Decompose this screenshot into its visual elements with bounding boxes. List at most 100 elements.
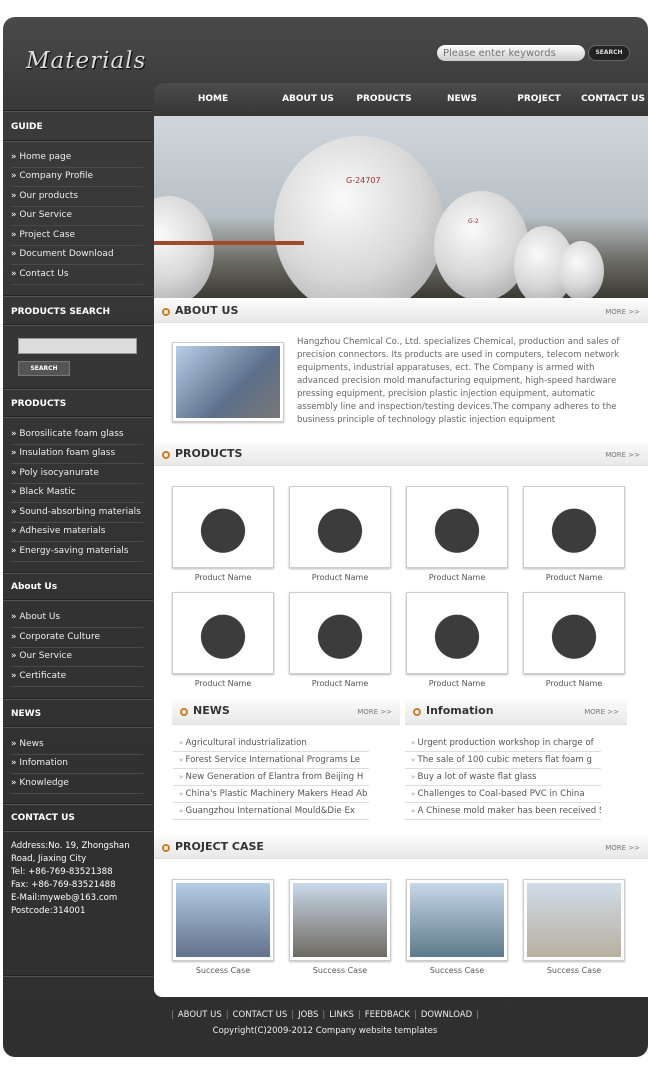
product-image[interactable] bbox=[523, 592, 625, 674]
product-name[interactable]: Product Name bbox=[523, 679, 625, 688]
sidebar-item-products[interactable]: Our products bbox=[11, 188, 143, 207]
project-name[interactable]: Success Case bbox=[289, 966, 391, 975]
about-more-link[interactable]: MORE >> bbox=[605, 308, 640, 316]
nav-about[interactable]: ABOUT US bbox=[272, 83, 344, 116]
info-list: Urgent production workshop in charge of … bbox=[405, 735, 601, 820]
info-item[interactable]: Buy a lot of waste flat glass bbox=[405, 769, 601, 786]
product-name[interactable]: Product Name bbox=[289, 573, 391, 582]
nav-contact[interactable]: CONTACT US bbox=[578, 83, 648, 116]
sidebar-item-profile[interactable]: Company Profile bbox=[11, 168, 143, 187]
sidebar-news-item[interactable]: Knowledge bbox=[11, 775, 143, 794]
footer-feedback[interactable]: FEEDBACK bbox=[365, 1010, 410, 1020]
sidebar-item-project[interactable]: Project Case bbox=[11, 227, 143, 246]
contact-email: E-Mail:myweb@163.com bbox=[11, 893, 118, 903]
info-item[interactable]: Urgent production workshop in charge of bbox=[405, 735, 601, 752]
sidebar-news-item[interactable]: Infomation bbox=[11, 755, 143, 774]
divider bbox=[3, 295, 153, 297]
news-title: NEWS bbox=[11, 709, 42, 719]
about-text: Hangzhou Chemical Co., Ltd. specializes … bbox=[297, 337, 620, 425]
project-image[interactable] bbox=[289, 879, 391, 961]
project-more-link[interactable]: MORE >> bbox=[605, 844, 640, 852]
tank-image bbox=[154, 196, 214, 298]
sidebar-item-contact[interactable]: Contact Us bbox=[11, 266, 143, 285]
news-item[interactable]: China's Plastic Machinery Makers Head Ab bbox=[173, 786, 369, 803]
footer-contact[interactable]: CONTACT US bbox=[233, 1010, 288, 1020]
news-more-link[interactable]: MORE >> bbox=[357, 708, 392, 716]
footer-download[interactable]: DOWNLOAD bbox=[421, 1010, 472, 1020]
sidebar-product[interactable]: Insulation foam glass bbox=[11, 445, 143, 464]
sidebar-item-download[interactable]: Document Download bbox=[11, 246, 143, 265]
project-image[interactable] bbox=[172, 879, 274, 961]
product-image[interactable] bbox=[406, 592, 508, 674]
news-item[interactable]: New Generation of Elantra from Beijing H bbox=[173, 769, 369, 786]
divider bbox=[3, 830, 153, 832]
product-image[interactable] bbox=[523, 486, 625, 568]
product-name[interactable]: Product Name bbox=[289, 679, 391, 688]
product-image[interactable] bbox=[172, 486, 274, 568]
sidebar-item-service[interactable]: Our Service bbox=[11, 207, 143, 226]
product-name[interactable]: Product Name bbox=[523, 573, 625, 582]
product-name[interactable]: Product Name bbox=[406, 573, 508, 582]
sidebar-about-item[interactable]: Corporate Culture bbox=[11, 629, 143, 648]
footer-links-link[interactable]: LINKS bbox=[329, 1010, 354, 1020]
product-image[interactable] bbox=[289, 592, 391, 674]
products-more-link[interactable]: MORE >> bbox=[605, 451, 640, 459]
footer: | ABOUT US | CONTACT US | JOBS | LINKS | FEEDBACK… bbox=[0, 1010, 650, 1036]
logo[interactable]: Materials bbox=[26, 48, 146, 74]
news-item[interactable]: Agricultural industrialization bbox=[173, 735, 369, 752]
info-item[interactable]: The sale of 100 cubic meters flat foam g bbox=[405, 752, 601, 769]
product-image[interactable] bbox=[406, 486, 508, 568]
news-item[interactable]: Guangzhou International Mould&Die Ex bbox=[173, 803, 369, 820]
about-title: ABOUT US bbox=[175, 304, 239, 317]
divider bbox=[3, 975, 153, 977]
info-item[interactable]: A Chinese mold maker has been received S bbox=[405, 803, 601, 820]
footer-jobs[interactable]: JOBS bbox=[298, 1010, 318, 1020]
info-more-link[interactable]: MORE >> bbox=[584, 708, 619, 716]
products-search-input[interactable] bbox=[18, 338, 137, 354]
project-name[interactable]: Success Case bbox=[406, 966, 508, 975]
sidebar-product[interactable]: Adhesive materials bbox=[11, 523, 143, 542]
product-name[interactable]: Product Name bbox=[406, 679, 508, 688]
sidebar-product[interactable]: Borosilicate foam glass bbox=[11, 426, 143, 445]
divider bbox=[3, 599, 153, 601]
info-header: Infomation MORE >> bbox=[405, 700, 627, 725]
sidebar-product[interactable]: Sound-absorbing materials bbox=[11, 504, 143, 523]
product-image[interactable] bbox=[172, 592, 274, 674]
project-image[interactable] bbox=[406, 879, 508, 961]
products-title: PRODUCTS bbox=[11, 399, 67, 409]
divider bbox=[3, 388, 153, 390]
project-name[interactable]: Success Case bbox=[172, 966, 274, 975]
contact-fax: Fax: +86-769-83521488 bbox=[11, 880, 116, 890]
news-item[interactable]: Forest Service International Programs Le bbox=[173, 752, 369, 769]
info-item[interactable]: Challenges to Coal-based PVC in China bbox=[405, 786, 601, 803]
divider bbox=[3, 110, 153, 112]
nav-news[interactable]: NEWS bbox=[424, 83, 500, 116]
product-name[interactable]: Product Name bbox=[172, 679, 274, 688]
nav-products[interactable]: PRODUCTS bbox=[344, 83, 424, 116]
about-header: ABOUT US MORE >> bbox=[154, 300, 648, 323]
search-input[interactable] bbox=[437, 45, 585, 61]
about-title: About Us bbox=[11, 582, 58, 592]
footer-about[interactable]: ABOUT US bbox=[178, 1010, 222, 1020]
sidebar-about-item[interactable]: About Us bbox=[11, 609, 143, 628]
sidebar-product[interactable]: Energy-saving materials bbox=[11, 543, 143, 562]
main-content: G-24707 G-2 ABOUT US MORE >> Hangzhou Che… bbox=[154, 116, 648, 997]
sidebar-news-item[interactable]: News bbox=[11, 736, 143, 755]
sidebar-item-home[interactable]: Home page bbox=[11, 149, 143, 168]
sidebar-about-item[interactable]: Certificate bbox=[11, 668, 143, 687]
nav-project[interactable]: PROJECT bbox=[500, 83, 578, 116]
sidebar-product[interactable]: Black Mastic bbox=[11, 484, 143, 503]
product-name[interactable]: Product Name bbox=[172, 573, 274, 582]
sidebar-about-item[interactable]: Our Service bbox=[11, 648, 143, 667]
search-button[interactable]: SEARCH bbox=[588, 45, 630, 61]
project-image[interactable] bbox=[523, 879, 625, 961]
product-image[interactable] bbox=[289, 486, 391, 568]
nav-home[interactable]: HOME bbox=[154, 83, 272, 116]
contact-title: CONTACT US bbox=[11, 813, 75, 823]
contact-postcode: Postcode:314001 bbox=[11, 906, 86, 916]
contact-address: Address:No. 19, Zhongshan Road, Jiaxing … bbox=[11, 841, 130, 864]
copyright: Copyright(C)2009-2012 Company website te… bbox=[212, 1026, 438, 1036]
sidebar-product[interactable]: Poly isocyanurate bbox=[11, 465, 143, 484]
products-search-button[interactable]: SEARCH bbox=[18, 361, 70, 376]
project-name[interactable]: Success Case bbox=[523, 966, 625, 975]
